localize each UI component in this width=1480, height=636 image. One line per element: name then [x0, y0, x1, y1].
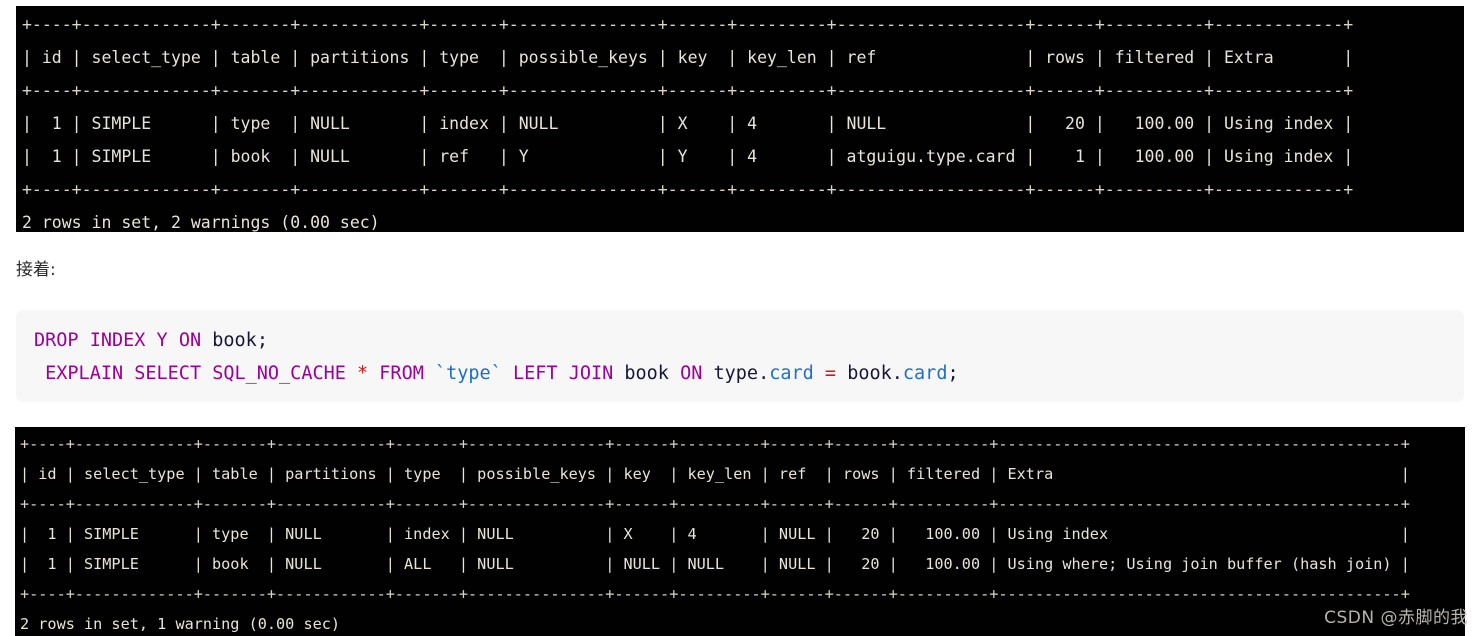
left-dot: . — [758, 363, 770, 384]
keyword-index: INDEX — [89, 330, 146, 351]
table-header-row: | id | select_type | table | partitions … — [20, 465, 1410, 483]
keyword-select: SELECT — [134, 363, 202, 384]
sql-line-explain-select: EXPLAIN SELECT SQL_NO_CACHE * FROM `type… — [34, 363, 959, 384]
keyword-left: LEFT — [512, 363, 558, 384]
join-table-book: book — [624, 363, 669, 384]
keyword-from: FROM — [379, 363, 424, 384]
table-rule-header: +----+-------------+-------+------------… — [22, 81, 1354, 100]
equals-operator: = — [824, 363, 837, 384]
keyword-join: JOIN — [568, 363, 614, 384]
sql-code-block[interactable]: DROP INDEX Y ON book; EXPLAIN SELECT SQL… — [16, 310, 1464, 402]
statement-terminator-2: ; — [947, 363, 959, 384]
result-status-line: 2 rows in set, 1 warning (0.00 sec) — [20, 615, 341, 633]
keyword-on-join: ON — [680, 363, 703, 384]
right-dot: . — [891, 363, 903, 384]
table-rule-header: +----+-------------+-------+------------… — [20, 495, 1410, 513]
right-qualifier-book: book — [847, 363, 892, 384]
sql-line-drop-index: DROP INDEX Y ON book; — [34, 330, 268, 351]
quoted-table-type: type — [446, 363, 491, 384]
statement-terminator: ; — [256, 330, 268, 351]
backtick-close: ` — [490, 363, 502, 384]
table-row: | 1 | SIMPLE | type | NULL | index | NUL… — [22, 114, 1354, 133]
explain-output-terminal-bottom: +----+-------------+-------+------------… — [15, 427, 1465, 636]
table-row: | 1 | SIMPLE | book | NULL | ALL | NULL … — [20, 555, 1410, 573]
left-column-card: card — [769, 363, 814, 384]
keyword-sql-no-cache: SQL_NO_CACHE — [212, 363, 346, 384]
select-star: * — [357, 363, 369, 384]
index-name-y: Y — [156, 330, 168, 351]
table-rule-top: +----+-------------+-------+------------… — [22, 15, 1354, 34]
table-row: | 1 | SIMPLE | type | NULL | index | NUL… — [20, 525, 1410, 543]
keyword-drop: DROP — [34, 330, 79, 351]
left-qualifier-type: type — [713, 363, 759, 384]
result-status-line: 2 rows in set, 2 warnings (0.00 sec) — [22, 213, 380, 232]
table-rule-bottom: +----+-------------+-------+------------… — [20, 585, 1410, 603]
table-name-book: book — [212, 330, 257, 351]
keyword-on: ON — [178, 330, 202, 351]
table-row: | 1 | SIMPLE | book | NULL | ref | Y | Y… — [22, 147, 1354, 166]
table-rule-bottom: +----+-------------+-------+------------… — [22, 180, 1354, 199]
table-rule-top: +----+-------------+-------+------------… — [20, 435, 1410, 453]
keyword-explain: EXPLAIN — [45, 363, 124, 384]
backtick-open: ` — [435, 363, 447, 384]
explain-output-terminal-top: +----+-------------+-------+------------… — [16, 6, 1464, 232]
prose-note: 接着: — [16, 260, 56, 280]
right-column-card: card — [902, 363, 948, 384]
table-header-row: | id | select_type | table | partitions … — [22, 48, 1354, 67]
